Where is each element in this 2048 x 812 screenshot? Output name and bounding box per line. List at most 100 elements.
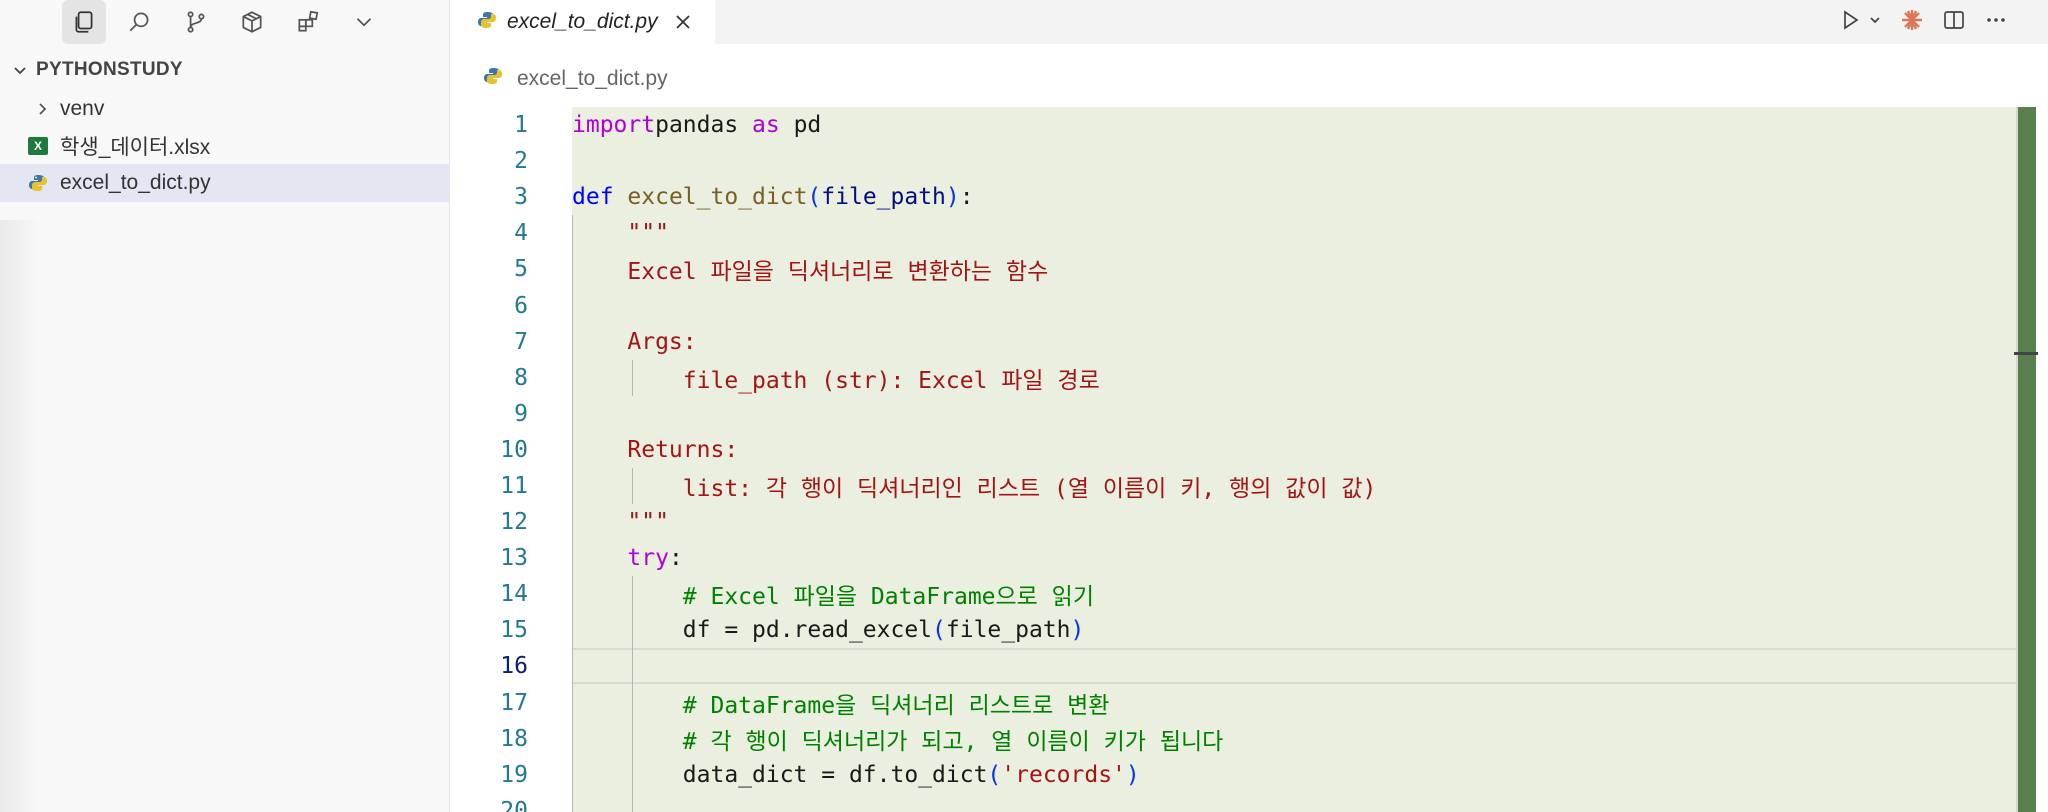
section-title: PYTHONSTUDY: [36, 59, 183, 80]
code-line[interactable]: 5 Excel 파일을 딕셔너리로 변환하는 함수: [451, 251, 2016, 288]
code-token: :: [959, 184, 974, 211]
code-token: # DataFrame을 딕셔너리 리스트로 변환: [682, 692, 1110, 719]
breadcrumb-label: excel_to_dict.py: [517, 67, 668, 90]
search-icon[interactable]: [118, 0, 162, 44]
code-editor[interactable]: 1 importpandas as pd 2 3 def excel_to_dict(f…: [451, 107, 2016, 812]
vertical-scrollbar[interactable]: [2016, 107, 2036, 812]
python-file-icon: [483, 66, 503, 92]
tree-item-label: 학생_데이터.xlsx: [60, 136, 211, 159]
code-line[interactable]: 20: [451, 792, 2016, 812]
tree-item-py[interactable]: excel_to_dict.py: [0, 164, 450, 202]
editor-tab-bar: excel_to_dict.py: [451, 0, 2048, 44]
code-line[interactable]: 16: [451, 648, 2016, 685]
code-line[interactable]: 19 data_dict = df.to_dict('records'): [451, 756, 2016, 793]
code-text: file_path (str): Excel 파일 경로: [572, 361, 1100, 395]
code-token: :: [668, 545, 683, 572]
run-icon[interactable]: [1838, 8, 1862, 37]
line-number: 6: [514, 292, 528, 319]
chevron-right-icon: [39, 103, 47, 115]
code-line[interactable]: 11 list: 각 행이 딕셔너리인 리스트 (열 이름이 키, 행의 값이 …: [451, 467, 2016, 505]
indent-guide: [572, 395, 573, 432]
code-token: def: [572, 184, 614, 211]
code-text: Args:: [572, 329, 696, 355]
code-token: (: [987, 761, 1002, 788]
code-token: # Excel 파일을 DataFrame으로 읽기: [682, 584, 1094, 611]
code-token: df = pd.read_excel: [572, 617, 933, 644]
indent-guide: [632, 648, 633, 685]
line-number: 19: [500, 761, 528, 788]
code-token: file_path (str): Excel 파일 경로: [682, 367, 1100, 394]
line-number: 17: [500, 689, 528, 716]
close-icon[interactable]: [672, 11, 694, 33]
code-line[interactable]: 4 """: [451, 215, 2016, 252]
chevron-down-icon[interactable]: [1868, 13, 1882, 32]
split-editor-icon[interactable]: [1942, 8, 1966, 37]
indent-guide: [632, 792, 633, 812]
explorer-section-header[interactable]: PYTHONSTUDY: [0, 54, 450, 86]
code-token: # 각 행이 딕셔너리가 되고, 열 이름이 키가 됩니다: [682, 728, 1224, 755]
scrollbar-thumb-marker[interactable]: [2014, 352, 2038, 355]
code-line[interactable]: 8 file_path (str): Excel 파일 경로: [451, 359, 2016, 396]
code-line[interactable]: 2: [451, 143, 2016, 179]
code-line[interactable]: 17 # DataFrame을 딕셔너리 리스트로 변환: [451, 684, 2016, 721]
tree-item-venv[interactable]: venv: [0, 90, 450, 128]
tab-excel-to-dict[interactable]: excel_to_dict.py: [451, 0, 715, 44]
tree-item-xlsx[interactable]: X 학생_데이터.xlsx: [0, 127, 450, 165]
code-text: try:: [572, 545, 683, 572]
line-number: 2: [514, 148, 528, 175]
python-file-icon: [477, 10, 497, 35]
extensions-icon[interactable]: [286, 0, 330, 44]
files-icon[interactable]: [62, 0, 106, 44]
line-number: 20: [500, 797, 528, 812]
code-text: # Excel 파일을 DataFrame으로 읽기: [572, 577, 1094, 611]
code-token: data_dict = df.to_dict: [572, 761, 988, 788]
line-number: 1: [514, 112, 528, 139]
code-token: file_path: [821, 184, 946, 211]
line-number: 5: [514, 256, 528, 283]
code-line[interactable]: 12 """: [451, 504, 2016, 541]
code-text: def excel_to_dict(file_path):: [572, 184, 974, 210]
code-token: import: [572, 112, 656, 139]
code-text: data_dict = df.to_dict('records'): [572, 762, 1140, 788]
code-line[interactable]: 13 try:: [451, 540, 2016, 577]
editor-actions: [1838, 0, 2008, 44]
line-number: 16: [500, 653, 528, 680]
more-icon[interactable]: [1984, 8, 2008, 37]
code-line[interactable]: 9: [451, 395, 2016, 432]
code-line[interactable]: 14 # Excel 파일을 DataFrame으로 읽기: [451, 576, 2016, 613]
explorer-sidebar: PYTHONSTUDY venv X 학생_데이터.xlsx excel_to_…: [0, 0, 450, 812]
code-line[interactable]: 7 Args:: [451, 323, 2016, 360]
line-number: 18: [500, 725, 528, 752]
code-token: try: [627, 545, 669, 572]
code-token: Excel 파일을 딕셔너리로 변환하는 함수: [627, 259, 1049, 286]
packages-icon[interactable]: [230, 0, 274, 44]
code-line[interactable]: 10 Returns:: [451, 431, 2016, 468]
code-token: pandas: [655, 112, 753, 139]
code-token: Returns:: [627, 436, 739, 463]
code-token: """: [627, 220, 669, 247]
code-line[interactable]: 6: [451, 287, 2016, 324]
chevron-down-icon: [14, 67, 26, 75]
code-line[interactable]: 18 # 각 행이 딕셔너리가 되고, 열 이름이 키가 됩니다: [451, 720, 2016, 757]
breadcrumb[interactable]: excel_to_dict.py: [451, 58, 668, 100]
claude-icon[interactable]: [1900, 8, 1924, 37]
line-number: 14: [500, 581, 528, 608]
line-number: 15: [500, 617, 528, 644]
code-text: df = pd.read_excel(file_path): [572, 617, 1085, 644]
code-token: excel_to_dict: [627, 184, 808, 211]
code-line[interactable]: 15 df = pd.read_excel(file_path): [451, 612, 2016, 649]
code-line[interactable]: 1 importpandas as pd: [451, 107, 2016, 143]
code-token: 'records': [1001, 761, 1126, 788]
code-token: (: [932, 617, 946, 644]
chevron-down-icon[interactable]: [342, 0, 386, 44]
line-number: 3: [514, 184, 528, 211]
code-token: file_path: [945, 617, 1071, 644]
source-control-icon[interactable]: [174, 0, 218, 44]
code-line[interactable]: 3 def excel_to_dict(file_path):: [451, 179, 2016, 215]
